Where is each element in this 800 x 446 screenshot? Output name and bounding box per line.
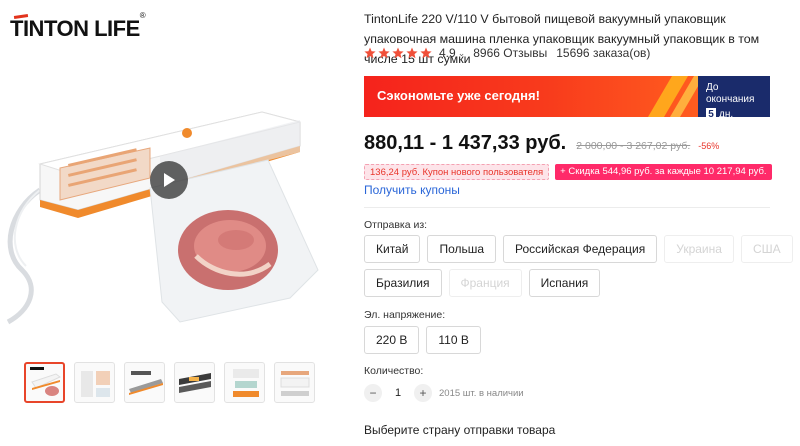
thumbnail-5[interactable] bbox=[224, 362, 265, 403]
chevron-down-icon[interactable]: ⌄ bbox=[458, 48, 466, 59]
countdown-days: 5 bbox=[706, 108, 716, 117]
star-icon bbox=[378, 47, 390, 59]
product-main-image[interactable] bbox=[0, 60, 340, 350]
old-price: 2 000,00 - 3 267,02 руб. bbox=[576, 140, 691, 152]
rating-row: 4.9 ⌄ 8966 Отзывы 15696 заказа(ов) bbox=[364, 45, 650, 61]
promo-countdown: До окончания 5 дн. bbox=[698, 76, 770, 117]
divider bbox=[364, 207, 770, 208]
voltage-label: Эл. напряжение: bbox=[364, 309, 446, 321]
star-icon bbox=[420, 47, 432, 59]
thumbnail-image bbox=[30, 367, 61, 396]
ship-from-poland[interactable]: Польша bbox=[427, 235, 497, 263]
ship-from-brazil[interactable]: Бразилия bbox=[364, 269, 442, 297]
current-price: 880,11 - 1 437,33 руб. bbox=[364, 132, 567, 154]
ship-from-spain[interactable]: Испания bbox=[528, 269, 601, 297]
trademark-symbol: ® bbox=[139, 10, 146, 20]
shipping-label: Отправка из: bbox=[364, 219, 428, 231]
discount-badge: -56% bbox=[698, 141, 720, 151]
thumbnail-2[interactable] bbox=[74, 362, 115, 403]
shipping-country-note: Выберите страну отправки товара bbox=[364, 423, 556, 437]
countdown-row: 5 дн. bbox=[706, 108, 766, 117]
ship-from-russia[interactable]: Российская Федерация bbox=[503, 235, 658, 263]
quantity-decrease-button[interactable]: − bbox=[364, 384, 382, 402]
voltage-options: 220 В 110 В bbox=[364, 326, 481, 354]
quantity-increase-button[interactable]: + bbox=[414, 384, 432, 402]
thumbnail-image bbox=[179, 373, 211, 393]
brand-logo-text: TINTON LIFE bbox=[10, 16, 140, 41]
rating-stars bbox=[364, 47, 432, 59]
thumbnail-image bbox=[81, 371, 110, 397]
ship-from-usa: США bbox=[740, 235, 793, 263]
thumbnail-image bbox=[280, 371, 310, 396]
rating-value[interactable]: 4.9 bbox=[439, 46, 456, 60]
star-icon bbox=[392, 47, 404, 59]
play-video-button[interactable] bbox=[150, 161, 188, 199]
ship-from-france: Франция bbox=[448, 269, 522, 297]
get-coupons-link[interactable]: Получить купоны bbox=[364, 183, 460, 197]
brand-logo: TINTON LIFE® bbox=[10, 11, 146, 42]
thumbnail-strip bbox=[24, 362, 315, 403]
thumbnail-4[interactable] bbox=[174, 362, 215, 403]
countdown-label: До окончания bbox=[706, 82, 755, 105]
new-user-coupon[interactable]: 136,24 руб. Купон нового пользователя bbox=[364, 164, 550, 180]
promo-text: Сэкономьте уже сегодня! bbox=[377, 88, 540, 103]
thumbnail-6[interactable] bbox=[274, 362, 315, 403]
ship-from-china[interactable]: Китай bbox=[364, 235, 421, 263]
reviews-link[interactable]: 8966 Отзывы bbox=[473, 46, 547, 60]
promo-banner[interactable]: Сэкономьте уже сегодня! До окончания 5 д… bbox=[364, 76, 770, 117]
orders-count: 15696 заказа(ов) bbox=[556, 46, 651, 60]
play-icon bbox=[164, 173, 175, 187]
stock-available: 2015 шт. в наличии bbox=[439, 387, 524, 399]
voltage-110-option[interactable]: 110 В bbox=[426, 326, 481, 354]
star-icon bbox=[364, 47, 376, 59]
thumbnail-image bbox=[129, 371, 163, 395]
quantity-input[interactable]: 1 bbox=[386, 387, 410, 399]
quantity-stepper: − 1 + 2015 шт. в наличии bbox=[364, 384, 524, 402]
voltage-220-option[interactable]: 220 В bbox=[364, 326, 420, 354]
countdown-unit: дн. bbox=[719, 108, 734, 118]
coupons-row: 136,24 руб. Купон нового пользователя + … bbox=[364, 164, 772, 180]
ship-from-ukraine: Украина bbox=[664, 235, 734, 263]
vacuum-sealer-illustration bbox=[6, 111, 319, 325]
thumbnail-1[interactable] bbox=[24, 362, 65, 403]
shipping-options-row-2: Бразилия Франция Испания bbox=[364, 269, 601, 297]
thumbnail-image bbox=[233, 369, 259, 397]
star-icon bbox=[406, 47, 418, 59]
shipping-options-row-1: Китай Польша Российская Федерация Украин… bbox=[364, 235, 793, 263]
product-info-panel: TintonLife 220 V/110 V бытовой пищевой в… bbox=[364, 0, 800, 446]
quantity-label: Количество: bbox=[364, 365, 424, 377]
price-row: 880,11 - 1 437,33 руб. 2 000,00 - 3 267,… bbox=[364, 132, 719, 156]
thumbnail-3[interactable] bbox=[124, 362, 165, 403]
discount-coupon[interactable]: + Скидка 544,96 руб. за каждые 10 217,94… bbox=[555, 164, 772, 180]
